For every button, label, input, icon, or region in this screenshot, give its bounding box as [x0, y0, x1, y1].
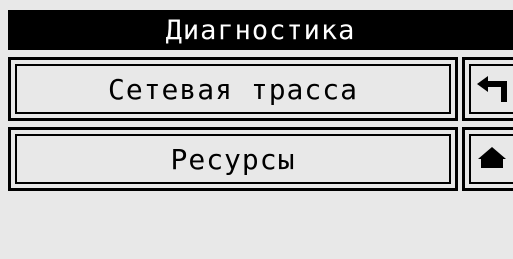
back-button[interactable] — [462, 57, 513, 121]
network-trace-label: Сетевая трасса — [107, 72, 358, 106]
network-trace-button[interactable]: Сетевая трасса — [8, 57, 458, 121]
home-icon — [478, 147, 506, 168]
return-arrow-icon — [477, 76, 507, 102]
home-button[interactable] — [462, 127, 513, 191]
page-title: Диагностика — [165, 14, 356, 46]
resources-button[interactable]: Ресурсы — [8, 127, 458, 191]
resources-label: Ресурсы — [170, 142, 296, 176]
title-bar: Диагностика — [8, 10, 513, 50]
